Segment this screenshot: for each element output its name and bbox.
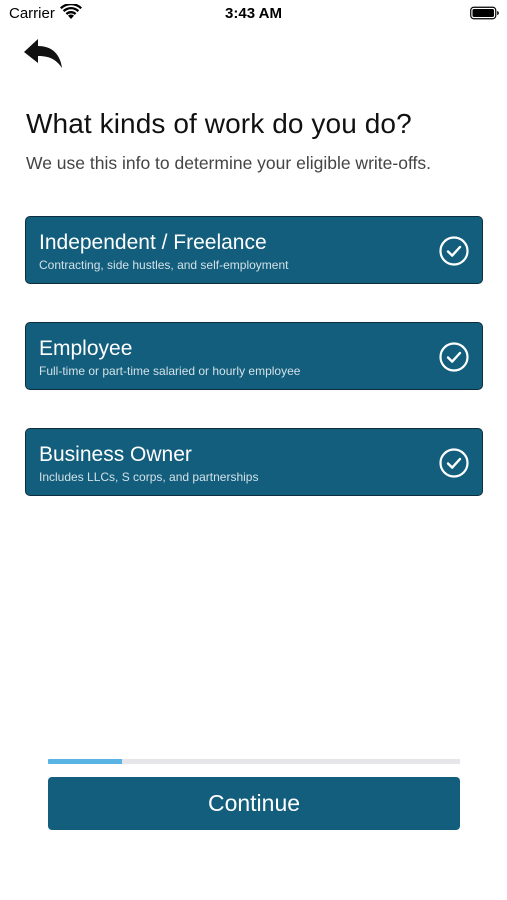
continue-button[interactable]: Continue (48, 777, 460, 830)
page-subtitle: We use this info to determine your eligi… (26, 153, 431, 173)
option-description: Includes LLCs, S corps, and partnerships (39, 470, 259, 484)
work-type-options: Independent / Freelance Contracting, sid… (25, 216, 483, 534)
option-independent-freelance[interactable]: Independent / Freelance Contracting, sid… (25, 216, 483, 284)
back-button[interactable] (20, 34, 66, 72)
battery-icon (470, 5, 500, 21)
status-bar: Carrier 3:43 AM (0, 0, 507, 28)
option-description: Contracting, side hustles, and self-empl… (39, 258, 289, 272)
check-circle-icon (439, 342, 469, 372)
status-time: 3:43 AM (225, 5, 282, 22)
progress-bar-fill (48, 759, 123, 764)
check-circle-icon (439, 236, 469, 266)
option-business-owner[interactable]: Business Owner Includes LLCs, S corps, a… (25, 428, 483, 496)
check-circle-icon (439, 448, 469, 478)
option-employee[interactable]: Employee Full-time or part-time salaried… (25, 322, 483, 390)
option-title: Independent / Freelance (39, 231, 267, 254)
back-arrow-icon (20, 34, 66, 72)
option-description: Full-time or part-time salaried or hourl… (39, 364, 301, 378)
screen: Carrier 3:43 AM What kinds of work do yo… (0, 0, 507, 900)
page-title: What kinds of work do you do? (26, 108, 412, 139)
option-title: Employee (39, 337, 133, 360)
progress-bar (48, 759, 460, 764)
option-title: Business Owner (39, 443, 192, 466)
